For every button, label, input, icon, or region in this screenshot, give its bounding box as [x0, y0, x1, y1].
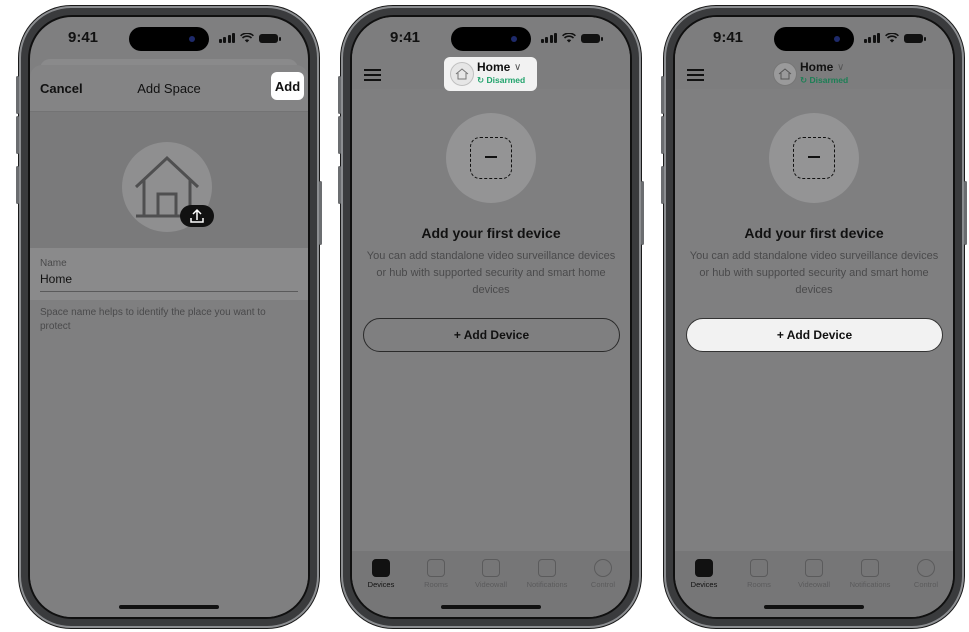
device-placeholder	[446, 113, 536, 203]
status-time: 9:41	[713, 29, 744, 46]
status-icons	[863, 33, 926, 43]
home-indicator	[764, 605, 864, 609]
tab-notifications[interactable]: Notifications	[520, 559, 574, 589]
dynamic-island	[129, 27, 209, 51]
control-icon	[594, 559, 612, 577]
device-icon	[470, 137, 512, 179]
signal-icon	[540, 33, 557, 43]
chevron-down-icon: ∨	[837, 62, 845, 73]
home-indicator	[441, 605, 541, 609]
battery-icon	[259, 34, 281, 43]
tab-videowall[interactable]: Videowall	[464, 559, 518, 589]
menu-icon[interactable]	[364, 69, 381, 81]
battery-icon	[581, 34, 603, 43]
space-photo-area	[30, 112, 308, 248]
hub-selector[interactable]: Home ∨ ↻ Disarmed	[767, 57, 860, 91]
status-icons	[218, 33, 281, 43]
videowall-icon	[805, 559, 823, 577]
wifi-icon	[240, 33, 254, 43]
empty-description: You can add standalone video surveillanc…	[366, 250, 616, 296]
hub-status: ↻ Disarmed	[477, 75, 526, 85]
home-indicator	[119, 605, 219, 609]
name-label: Name	[40, 258, 67, 269]
hub-avatar	[773, 62, 797, 86]
sheet-header: Cancel Add Space Add	[30, 65, 308, 112]
phone-devices-add-highlight: 9:41 Home ∨ ↻ Disarmed Add your first de…	[661, 6, 967, 628]
tab-rooms[interactable]: Rooms	[732, 559, 786, 589]
empty-description: You can add standalone video surveillanc…	[689, 250, 939, 296]
dynamic-island	[451, 27, 531, 51]
add-space-sheet: Cancel Add Space Add Name Home Space nam…	[30, 65, 308, 617]
device-icon	[793, 137, 835, 179]
hub-selector[interactable]: Home ∨ ↻ Disarmed	[444, 57, 537, 91]
name-input[interactable]: Home	[40, 272, 72, 286]
tab-control[interactable]: Control	[899, 559, 953, 589]
notifications-icon	[538, 559, 556, 577]
add-device-button[interactable]: + Add Device	[363, 318, 620, 352]
devices-icon	[695, 559, 713, 577]
battery-icon	[904, 34, 926, 43]
device-placeholder	[769, 113, 859, 203]
hub-avatar	[450, 62, 474, 86]
hub-name: Home	[800, 60, 834, 74]
status-icons	[540, 33, 603, 43]
screen: 9:41 Home ∨ ↻ Disarmed Add your first de…	[673, 15, 955, 619]
add-button[interactable]: Add	[271, 72, 304, 100]
tab-devices[interactable]: Devices	[354, 559, 408, 589]
hub-status: ↻ Disarmed	[800, 75, 849, 85]
empty-title: Add your first device	[744, 225, 884, 241]
rooms-icon	[427, 559, 445, 577]
chevron-down-icon: ∨	[514, 62, 522, 73]
name-field[interactable]: Name Home	[30, 248, 308, 300]
status-time: 9:41	[68, 29, 99, 46]
dynamic-island	[774, 27, 854, 51]
rooms-icon	[750, 559, 768, 577]
phone-add-space: 9:41 Cancel Add Space Add Name Home Spac…	[16, 6, 322, 628]
hub-name: Home	[477, 60, 511, 74]
screen: 9:41 Cancel Add Space Add Name Home Spac…	[28, 15, 310, 619]
house-icon	[455, 68, 469, 80]
tab-devices[interactable]: Devices	[677, 559, 731, 589]
house-icon	[778, 68, 792, 80]
empty-title: Add your first device	[421, 225, 561, 241]
status-time: 9:41	[390, 29, 421, 46]
screen: 9:41 Home ∨ ↻ Disarmed Add your first de…	[350, 15, 632, 619]
tab-videowall[interactable]: Videowall	[787, 559, 841, 589]
add-device-button[interactable]: + Add Device	[686, 318, 943, 352]
upload-icon	[190, 208, 204, 223]
notifications-icon	[861, 559, 879, 577]
hub-status-text: Disarmed	[486, 75, 526, 85]
wifi-icon	[885, 33, 899, 43]
signal-icon	[218, 33, 235, 43]
menu-icon[interactable]	[687, 69, 704, 81]
tab-notifications[interactable]: Notifications	[843, 559, 897, 589]
phone-devices-hub-highlight: 9:41 Home ∨ ↻ Disarmed Add your first de…	[338, 6, 644, 628]
input-underline	[40, 291, 298, 292]
upload-photo-button[interactable]	[180, 205, 214, 227]
tab-control[interactable]: Control	[576, 559, 630, 589]
name-hint: Space name helps to identify the place y…	[40, 307, 266, 332]
sheet-title: Add Space	[137, 81, 201, 96]
control-icon	[917, 559, 935, 577]
tab-rooms[interactable]: Rooms	[409, 559, 463, 589]
wifi-icon	[562, 33, 576, 43]
signal-icon	[863, 33, 880, 43]
hub-status-text: Disarmed	[809, 75, 849, 85]
videowall-icon	[482, 559, 500, 577]
devices-icon	[372, 559, 390, 577]
